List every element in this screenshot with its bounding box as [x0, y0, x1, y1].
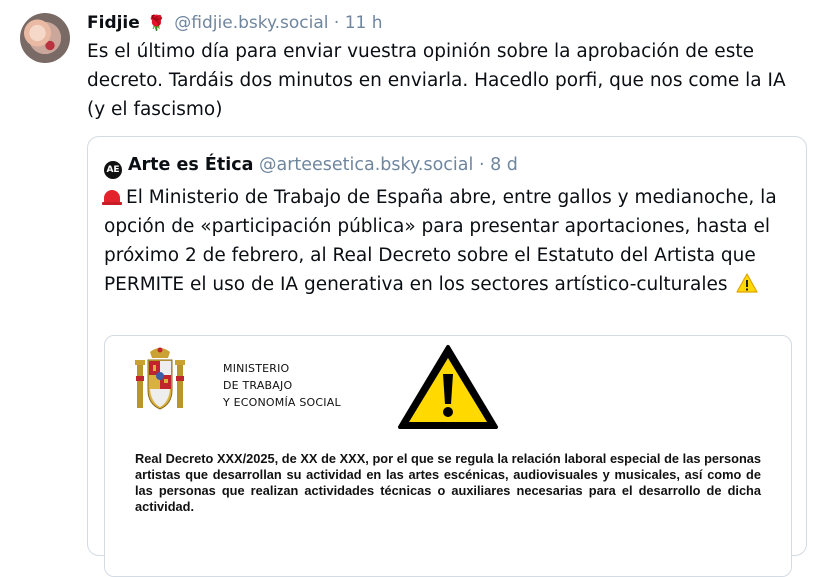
quote-header: AE Arte es Ética @arteesetica.bsky.social… [104, 153, 518, 179]
warning-sign-icon [398, 345, 498, 429]
post-time[interactable]: 11 h [345, 13, 383, 33]
ministry-line: MINISTERIO [223, 362, 290, 375]
post-text: Es el último día para enviar vuestra opi… [87, 41, 786, 120]
quote-author-name[interactable]: Arte es Ética [128, 155, 253, 175]
decree-text: Real Decreto XXX/2025, de XX de XXX, por… [135, 451, 761, 514]
author-name[interactable]: Fidjie [87, 13, 140, 33]
post: Fidjie 🌹 @fidjie.bsky.social · 11 h Es e… [87, 11, 808, 124]
quote-avatar[interactable]: AE [104, 161, 122, 179]
author-handle[interactable]: @fidjie.bsky.social [174, 13, 328, 33]
quote-separator: · [478, 155, 485, 175]
warning-emoji-icon [736, 273, 759, 293]
quote-author-handle[interactable]: @arteesetica.bsky.social [259, 155, 473, 175]
ministry-name: MINISTERIO DE TRABAJO Y ECONOMÍA SOCIAL [223, 360, 341, 411]
quoted-post[interactable]: AE Arte es Ética @arteesetica.bsky.social… [87, 136, 807, 577]
quote-text: El Ministerio de Trabajo de España abre,… [104, 187, 777, 295]
ministry-line: Y ECONOMÍA SOCIAL [223, 396, 341, 409]
avatar[interactable] [20, 13, 70, 63]
quote-time[interactable]: 8 d [490, 155, 518, 175]
separator: · [333, 13, 340, 33]
quote-text-container: El Ministerio de Trabajo de España abre,… [102, 183, 794, 299]
ministry-line: DE TRABAJO [223, 379, 293, 392]
post-header: Fidjie 🌹 @fidjie.bsky.social · 11 h [87, 11, 808, 35]
coat-of-arms-icon [135, 347, 185, 410]
siren-emoji-icon [102, 190, 122, 205]
rose-emoji-icon: 🌹 [147, 14, 166, 32]
attached-image[interactable]: MINISTERIO DE TRABAJO Y ECONOMÍA SOCIAL … [104, 335, 792, 577]
